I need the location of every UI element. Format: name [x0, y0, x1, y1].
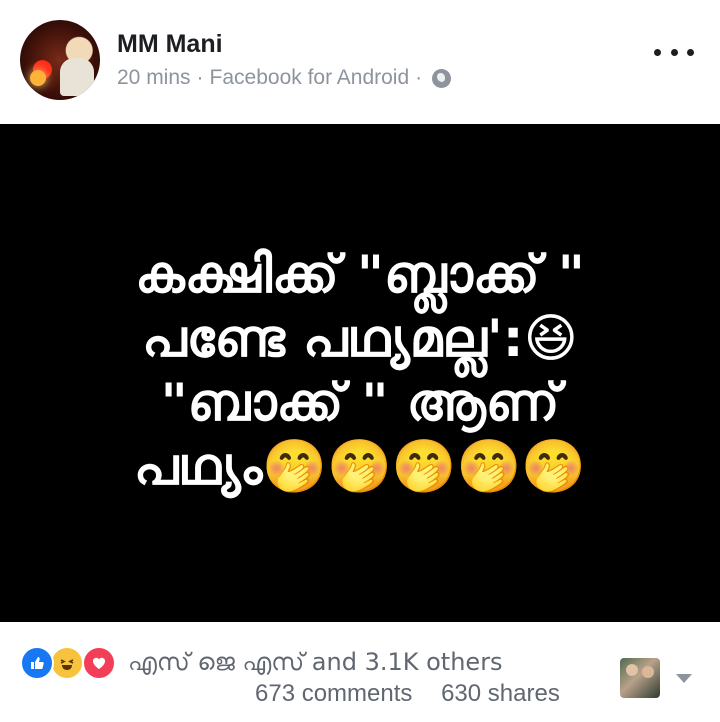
love-icon: [82, 646, 116, 680]
engagement-counts: 673 comments 630 shares: [255, 680, 560, 708]
post-content[interactable]: കക്ഷിക്ക് "ബ്ലാക്ക് " പണ്ടേ പഥ്യമല്ല':😆 …: [0, 124, 720, 622]
haha-icon: [50, 646, 84, 680]
globe-icon: [432, 68, 452, 88]
avatar-light: [30, 70, 46, 86]
reaction-icons[interactable]: [20, 646, 120, 680]
post-text: കക്ഷിക്ക് "ബ്ലാക്ക് " പണ്ടേ പഥ്യമല്ല':😆 …: [133, 245, 587, 497]
author-avatar[interactable]: [20, 20, 100, 100]
reactions-summary[interactable]: എസ് ജെ എസ് and 3.1K others: [128, 648, 503, 676]
meta-separator: ·: [196, 66, 204, 89]
author-name[interactable]: MM Mani: [117, 30, 223, 59]
dot: [687, 48, 694, 56]
dot: [654, 48, 661, 56]
meta-separator: ·: [415, 66, 423, 89]
shares-count[interactable]: 630 shares: [441, 680, 560, 707]
comments-count[interactable]: 673 comments: [255, 680, 412, 707]
like-icon: [20, 646, 54, 680]
post-footer: എസ് ജെ എസ് and 3.1K others 673 comments …: [0, 622, 720, 722]
avatar-figure: [60, 58, 94, 96]
viewer-avatar[interactable]: [620, 658, 660, 698]
post-time[interactable]: 20 mins: [117, 66, 191, 90]
dot: [670, 48, 678, 56]
post-source: Facebook for Android: [209, 66, 410, 89]
more-options-icon[interactable]: [654, 40, 694, 64]
post-header: MM Mani 20 mins · Facebook for Android ·: [0, 0, 720, 124]
post-meta: 20 mins · Facebook for Android ·: [117, 66, 452, 90]
chevron-down-icon[interactable]: [676, 674, 692, 683]
